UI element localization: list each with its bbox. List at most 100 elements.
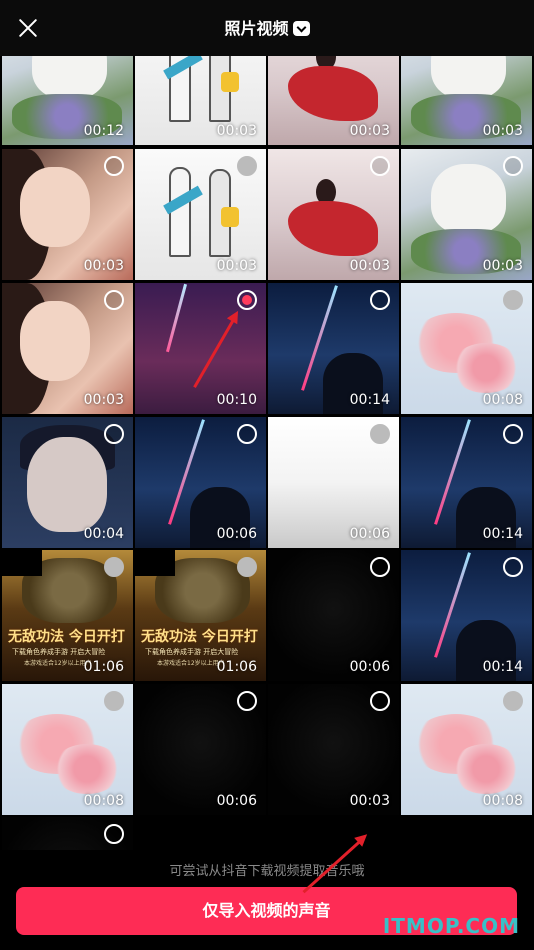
video-duration: 00:08	[83, 793, 124, 809]
video-duration: 00:14	[349, 392, 390, 408]
video-duration: 00:03	[83, 392, 124, 408]
site-watermark: ITMOP.COM	[382, 914, 520, 938]
thumbnail-art	[431, 56, 506, 99]
video-duration: 00:08	[482, 793, 523, 809]
thumbnail-banner-text: 无敌功法 今日开打	[8, 629, 125, 645]
media-tile[interactable]: 00:03	[401, 149, 532, 280]
thumbnail-art	[451, 744, 521, 794]
thumbnail-rating-text: 本游戏适合12岁以上用户	[24, 660, 92, 667]
media-tile[interactable]: 00:08	[401, 684, 532, 815]
thumbnail-art	[27, 437, 107, 532]
video-duration: 00:03	[83, 258, 124, 274]
select-radio-icon[interactable]	[370, 557, 390, 577]
video-duration: 00:03	[349, 123, 390, 139]
video-duration: 00:06	[216, 793, 257, 809]
thumbnail-art	[288, 201, 378, 256]
select-radio-icon[interactable]	[104, 691, 124, 711]
select-radio-icon[interactable]	[104, 424, 124, 444]
select-radio-icon[interactable]	[370, 290, 390, 310]
thumbnail-art	[135, 550, 175, 576]
select-radio-icon[interactable]	[104, 156, 124, 176]
video-duration: 00:03	[482, 123, 523, 139]
thumbnail-sub-text: 下载角色养成手游 开启大冒险	[12, 648, 106, 656]
video-duration: 01:06	[83, 659, 124, 675]
media-tile[interactable]: 00:06	[268, 550, 399, 681]
media-tile[interactable]: 00:03	[268, 149, 399, 280]
video-duration: 00:03	[349, 258, 390, 274]
select-radio-icon[interactable]	[503, 156, 523, 176]
video-duration: 00:14	[482, 526, 523, 542]
media-tile[interactable]	[2, 817, 133, 850]
select-radio-icon[interactable]	[104, 557, 124, 577]
media-tile[interactable]: 00:03	[135, 56, 266, 145]
thumbnail-art	[20, 167, 90, 247]
select-radio-icon[interactable]	[503, 557, 523, 577]
video-duration: 00:04	[83, 526, 124, 542]
select-radio-icon[interactable]	[370, 156, 390, 176]
media-grid: 00:12 00:03 00:03 00:03 00:03 00:03 00:03 00:03…	[0, 56, 534, 850]
page-title: 照片视频	[224, 19, 289, 38]
thumbnail-rating-text: 本游戏适合12岁以上用户	[157, 660, 225, 667]
media-tile[interactable]: 00:03	[135, 149, 266, 280]
thumbnail-art	[451, 343, 521, 393]
select-radio-icon[interactable]	[237, 557, 257, 577]
select-radio-icon[interactable]	[503, 424, 523, 444]
top-bar: 照片视频	[0, 0, 534, 56]
video-duration: 01:06	[216, 659, 257, 675]
select-radio-icon[interactable]	[104, 290, 124, 310]
media-tile[interactable]: 00:14	[401, 550, 532, 681]
thumbnail-art	[431, 164, 506, 234]
thumbnail-sub-text: 下载角色养成手游 开启大冒险	[145, 648, 239, 656]
media-tile[interactable]: 无敌功法 今日开打下载角色养成手游 开启大冒险 本游戏适合12岁以上用户 01:06	[2, 550, 133, 681]
media-tile[interactable]: 00:14	[401, 417, 532, 548]
media-tile[interactable]: 00:10	[135, 283, 266, 414]
selected-radio-icon[interactable]	[237, 290, 257, 310]
select-radio-icon[interactable]	[370, 424, 390, 444]
select-radio-icon[interactable]	[370, 691, 390, 711]
video-duration: 00:03	[216, 123, 257, 139]
video-duration: 00:12	[83, 123, 124, 139]
thumbnail-art	[52, 744, 122, 794]
thumbnail-art	[221, 207, 239, 227]
video-duration: 00:03	[216, 258, 257, 274]
media-tile[interactable]: 00:06	[268, 417, 399, 548]
video-duration: 00:03	[482, 258, 523, 274]
select-radio-icon[interactable]	[237, 424, 257, 444]
video-duration: 00:06	[349, 659, 390, 675]
hint-text: 可尝试从抖音下载视频提取音乐哦	[169, 864, 365, 879]
video-duration: 00:08	[482, 392, 523, 408]
thumbnail-banner-text: 无敌功法 今日开打	[141, 629, 258, 645]
media-tile[interactable]: 00:03	[401, 56, 532, 145]
thumbnail-art	[20, 301, 90, 381]
media-tile[interactable]: 00:03	[268, 684, 399, 815]
select-radio-icon[interactable]	[104, 824, 124, 844]
media-tile[interactable]: 00:08	[2, 684, 133, 815]
media-tile[interactable]: 00:14	[268, 283, 399, 414]
video-duration: 00:06	[349, 526, 390, 542]
thumbnail-art	[169, 167, 191, 257]
thumbnail-art	[221, 72, 239, 92]
video-duration: 00:10	[216, 392, 257, 408]
media-tile[interactable]: 00:04	[2, 417, 133, 548]
media-tile[interactable]: 00:03	[268, 56, 399, 145]
media-tile[interactable]: 00:03	[2, 149, 133, 280]
video-duration: 00:14	[482, 659, 523, 675]
media-tile[interactable]: 00:12	[2, 56, 133, 145]
thumbnail-art	[32, 56, 107, 99]
media-tile[interactable]: 00:06	[135, 684, 266, 815]
select-radio-icon[interactable]	[503, 290, 523, 310]
media-tile[interactable]: 无敌功法 今日开打下载角色养成手游 开启大冒险 本游戏适合12岁以上用户 01:06	[135, 550, 266, 681]
media-tile[interactable]: 00:08	[401, 283, 532, 414]
media-tile[interactable]: 00:06	[135, 417, 266, 548]
thumbnail-art	[165, 283, 188, 353]
chevron-down-icon	[292, 21, 310, 36]
select-radio-icon[interactable]	[237, 156, 257, 176]
album-selector[interactable]: 照片视频	[0, 15, 534, 39]
select-radio-icon[interactable]	[237, 691, 257, 711]
media-tile[interactable]: 00:03	[2, 283, 133, 414]
video-duration: 00:03	[349, 793, 390, 809]
thumbnail-art	[288, 66, 378, 121]
video-duration: 00:06	[216, 526, 257, 542]
thumbnail-art	[2, 550, 42, 576]
select-radio-icon[interactable]	[503, 691, 523, 711]
